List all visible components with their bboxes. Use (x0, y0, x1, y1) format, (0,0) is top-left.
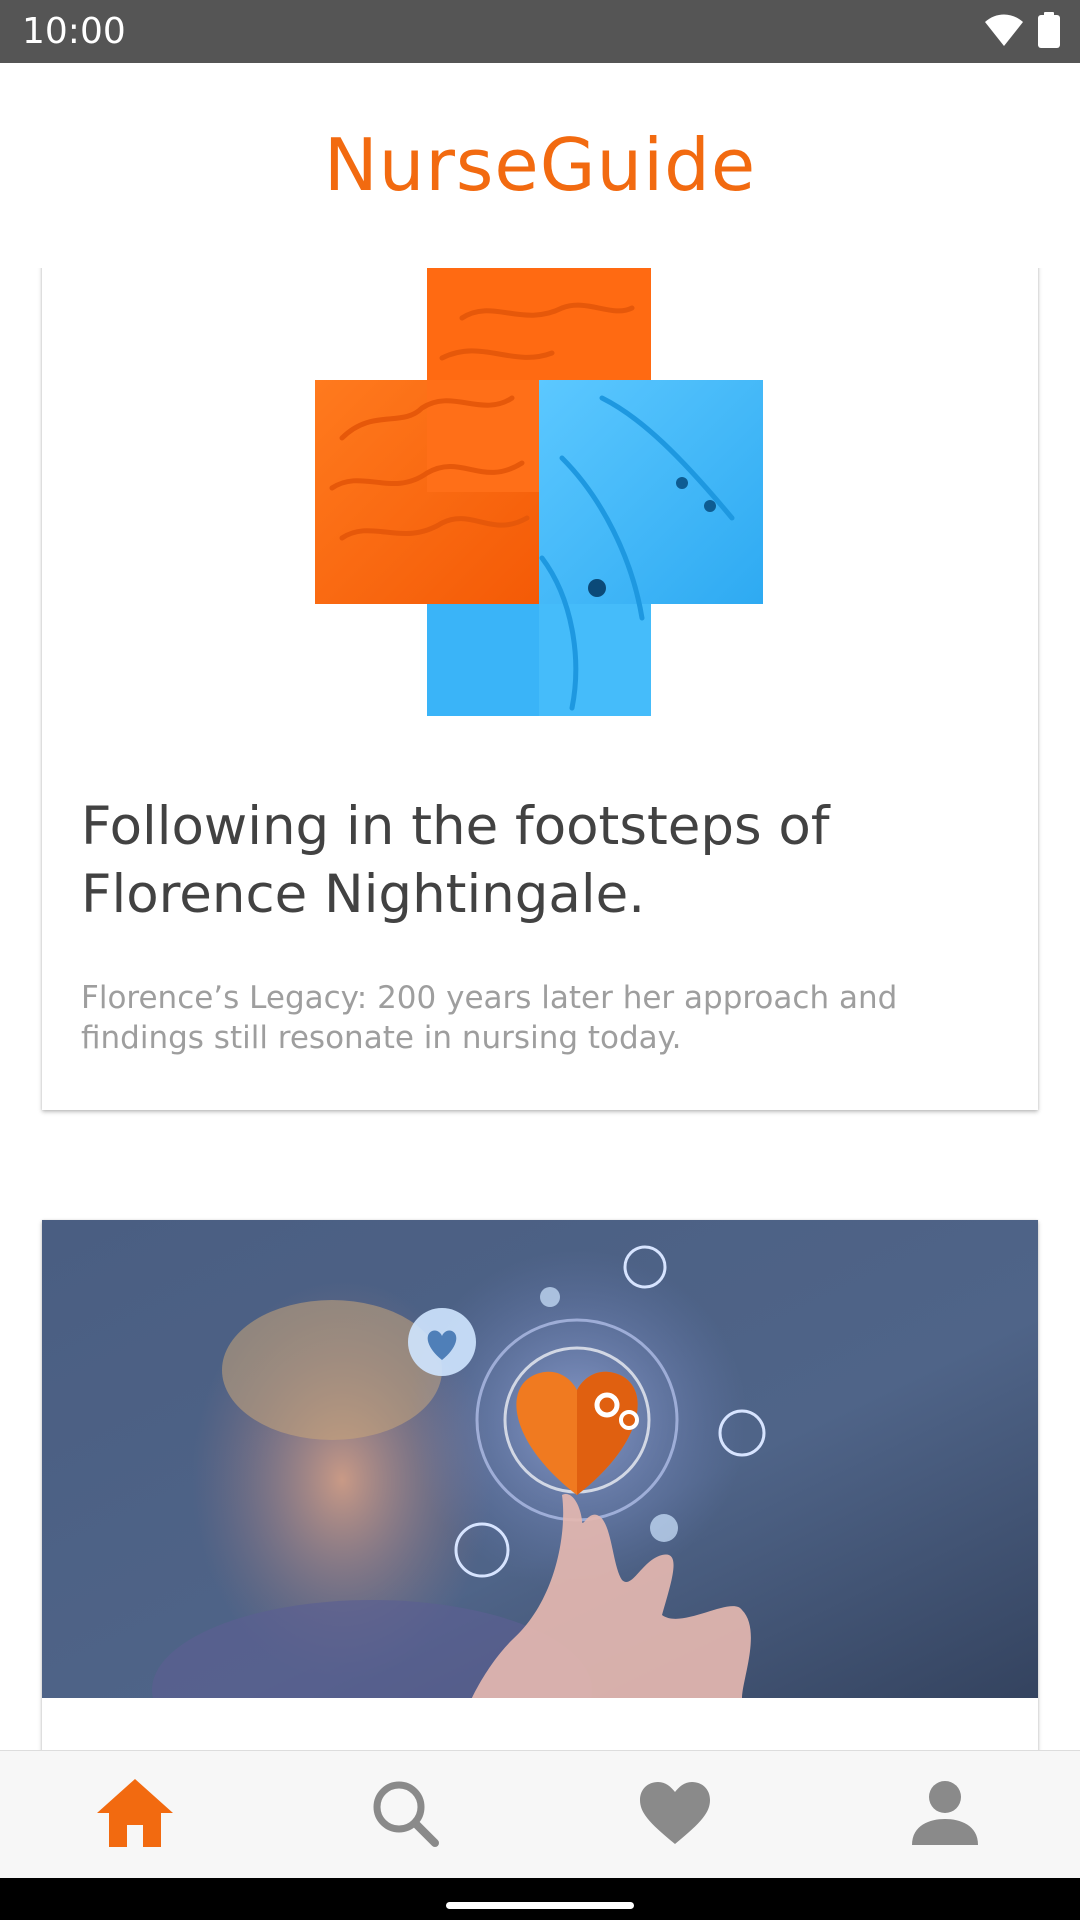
app-title: NurseGuide (323, 123, 757, 207)
nav-search[interactable] (270, 1751, 540, 1879)
wifi-icon (984, 13, 1024, 52)
article-subtitle: Florence’s Legacy: 200 years later her a… (81, 980, 898, 1056)
nav-profile[interactable] (810, 1751, 1080, 1879)
article-card[interactable] (42, 1220, 1038, 1750)
article-title: Following in the footsteps of Florence N… (81, 796, 830, 925)
status-icons (984, 11, 1060, 53)
heart-icon (638, 1780, 712, 1851)
article-feed[interactable]: Following in the footsteps of Florence N… (0, 268, 1080, 1750)
system-navigation-bar (0, 1878, 1080, 1920)
nav-home[interactable] (0, 1751, 270, 1879)
person-icon (910, 1779, 980, 1852)
status-bar: 10:00 (0, 0, 1080, 63)
article-card[interactable]: Following in the footsteps of Florence N… (42, 268, 1038, 1110)
bottom-navigation (0, 1750, 1080, 1879)
article-image (42, 268, 1038, 726)
home-gesture-handle[interactable] (446, 1902, 634, 1909)
search-icon (369, 1777, 441, 1854)
nav-favorites[interactable] (540, 1751, 810, 1879)
battery-icon (1038, 11, 1060, 53)
status-time: 10:00 (22, 11, 126, 52)
app-header: NurseGuide (0, 63, 1080, 268)
home-icon (95, 1777, 175, 1854)
article-image (42, 1220, 1038, 1698)
